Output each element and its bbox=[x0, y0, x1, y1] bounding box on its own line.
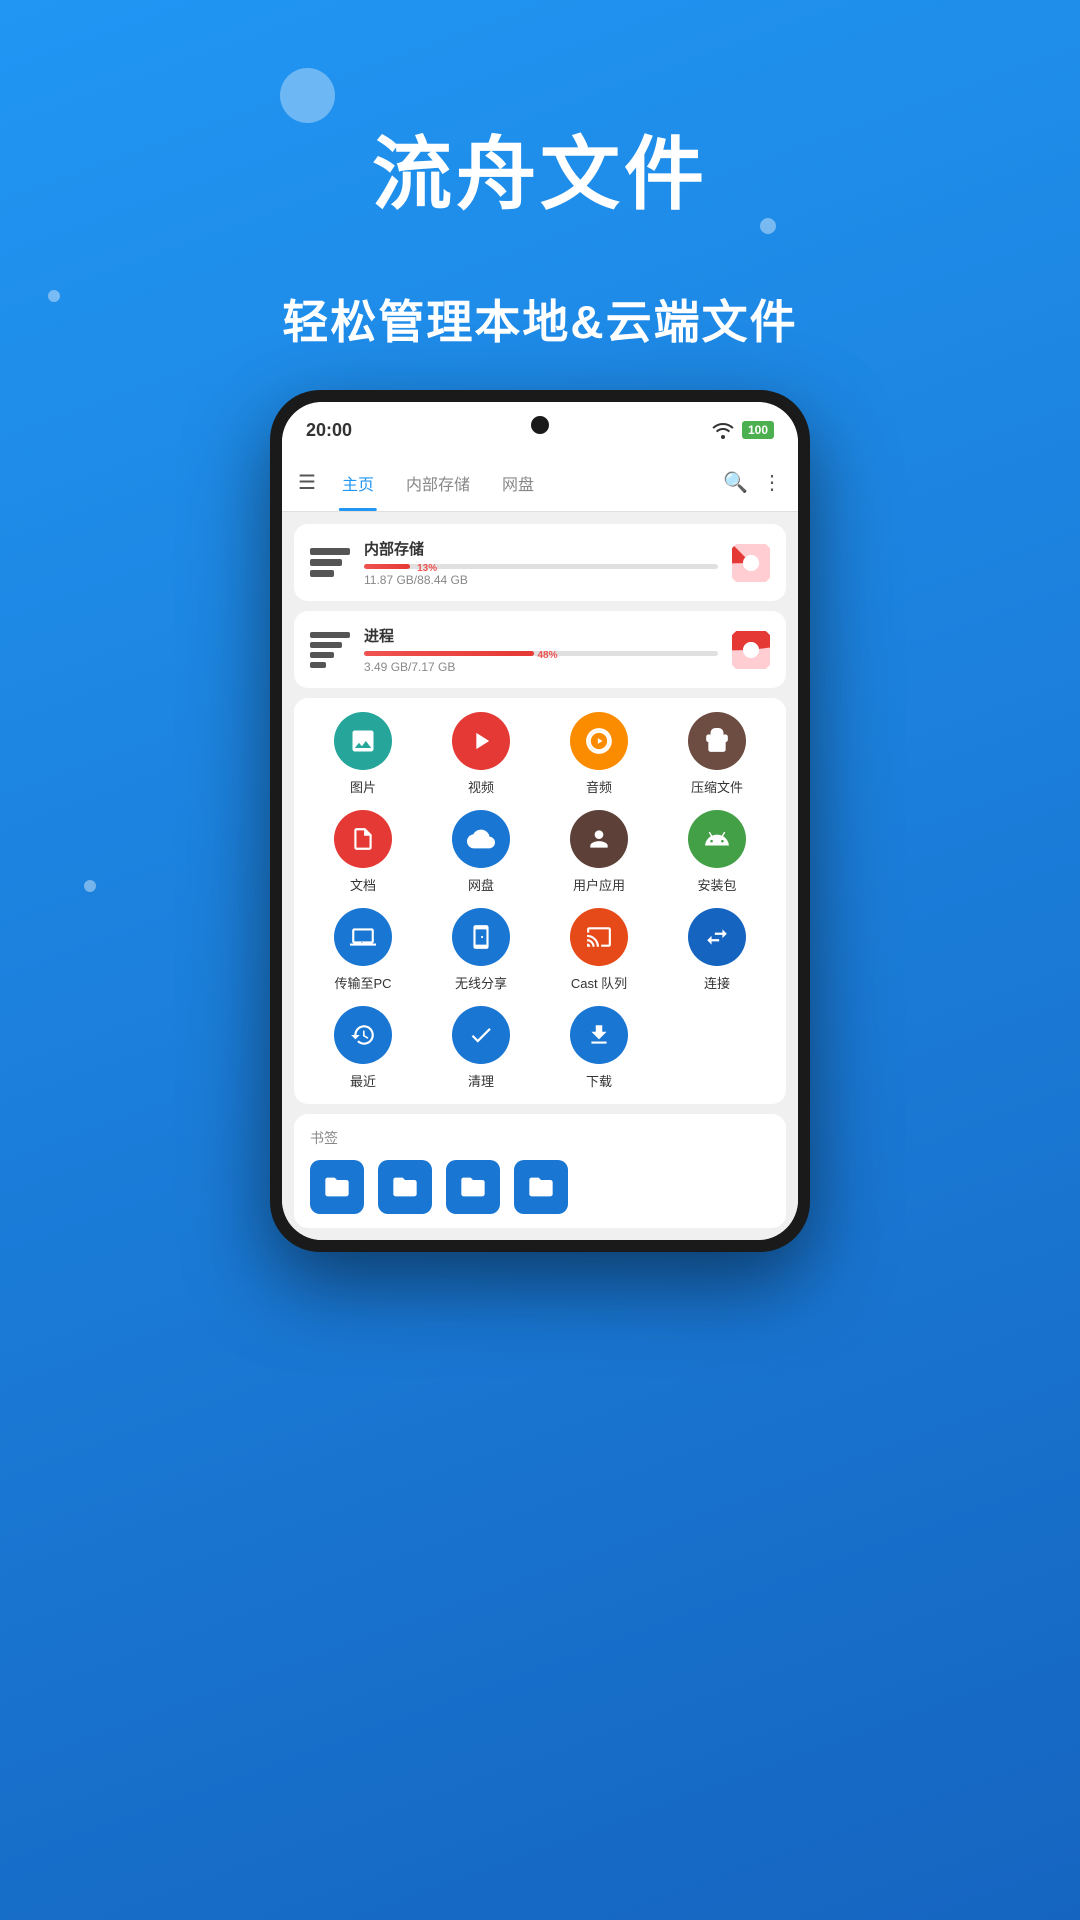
video-label: 视频 bbox=[468, 777, 494, 796]
category-video[interactable]: 视频 bbox=[422, 712, 540, 796]
bookmark-item-1[interactable] bbox=[310, 1160, 364, 1214]
storage-pie-chart bbox=[732, 544, 770, 582]
bookmarks-row bbox=[310, 1160, 770, 1214]
video-icon bbox=[452, 712, 510, 770]
user-apps-icon bbox=[570, 810, 628, 868]
archive-icon bbox=[688, 712, 746, 770]
menu-icon[interactable]: ☰ bbox=[298, 470, 316, 495]
bookmark-item-4[interactable] bbox=[514, 1160, 568, 1214]
audio-icon bbox=[570, 712, 628, 770]
more-options-icon[interactable]: ⋮ bbox=[762, 470, 782, 495]
storage-title: 内部存储 bbox=[364, 538, 718, 559]
category-download[interactable]: 下载 bbox=[540, 1006, 658, 1090]
cast-label: Cast 队列 bbox=[571, 973, 627, 992]
search-icon[interactable]: 🔍 bbox=[723, 470, 748, 495]
clean-label: 清理 bbox=[468, 1071, 494, 1090]
process-pie-chart bbox=[732, 631, 770, 669]
process-progress-label: 48% bbox=[537, 650, 557, 661]
category-grid: 图片 视频 音频 bbox=[294, 698, 786, 1104]
process-progress-fill bbox=[364, 651, 534, 656]
category-transfer-pc[interactable]: 传输至PC bbox=[304, 908, 422, 992]
wireless-share-icon bbox=[452, 908, 510, 966]
camera-hole bbox=[531, 416, 549, 434]
nav-actions: 🔍 ⋮ bbox=[723, 470, 782, 495]
bookmark-item-2[interactable] bbox=[378, 1160, 432, 1214]
status-icons: 100 bbox=[712, 421, 774, 439]
battery-icon: 100 bbox=[742, 421, 774, 439]
photos-icon bbox=[334, 712, 392, 770]
header-area: 流舟文件 轻松管理本地&云端文件 bbox=[0, 0, 1080, 352]
transfer-pc-label: 传输至PC bbox=[334, 973, 391, 992]
category-recent[interactable]: 最近 bbox=[304, 1006, 422, 1090]
category-clean[interactable]: 清理 bbox=[422, 1006, 540, 1090]
phone-mockup: 20:00 100 ☰ 主页 内部存储 网盘 bbox=[270, 390, 810, 1252]
process-progress: 48% bbox=[364, 651, 718, 656]
cast-icon bbox=[570, 908, 628, 966]
recent-label: 最近 bbox=[350, 1071, 376, 1090]
storage-progress: 13% bbox=[364, 564, 718, 569]
tab-internal-storage[interactable]: 内部存储 bbox=[390, 454, 486, 511]
connect-label: 连接 bbox=[704, 973, 730, 992]
category-wireless-share[interactable]: 无线分享 bbox=[422, 908, 540, 992]
photos-label: 图片 bbox=[350, 777, 376, 796]
category-audio[interactable]: 音频 bbox=[540, 712, 658, 796]
app-subtitle: 轻松管理本地&云端文件 bbox=[0, 286, 1080, 352]
category-connect[interactable]: 连接 bbox=[658, 908, 776, 992]
bookmark-item-3[interactable] bbox=[446, 1160, 500, 1214]
recent-icon bbox=[334, 1006, 392, 1064]
category-cloud[interactable]: 网盘 bbox=[422, 810, 540, 894]
category-user-apps[interactable]: 用户应用 bbox=[540, 810, 658, 894]
docs-label: 文档 bbox=[350, 875, 376, 894]
process-card[interactable]: 进程 48% 3.49 GB/7.17 GB bbox=[294, 611, 786, 688]
storage-progress-fill bbox=[364, 564, 410, 569]
storage-size: 11.87 GB/88.44 GB bbox=[364, 573, 718, 587]
process-icon bbox=[310, 632, 350, 668]
app-title: 流舟文件 bbox=[0, 110, 1080, 226]
download-icon bbox=[570, 1006, 628, 1064]
wireless-share-label: 无线分享 bbox=[455, 973, 507, 992]
process-info: 进程 48% 3.49 GB/7.17 GB bbox=[364, 625, 718, 674]
internal-storage-card[interactable]: 内部存储 13% 11.87 GB/88.44 GB bbox=[294, 524, 786, 601]
category-docs[interactable]: 文档 bbox=[304, 810, 422, 894]
decorative-dot-5 bbox=[84, 880, 96, 892]
tab-cloud[interactable]: 网盘 bbox=[486, 454, 550, 511]
phone-screen: 20:00 100 ☰ 主页 内部存储 网盘 bbox=[282, 402, 798, 1240]
status-bar: 20:00 100 bbox=[282, 402, 798, 454]
main-content: 内部存储 13% 11.87 GB/88.44 GB bbox=[282, 512, 798, 1240]
cloud-icon bbox=[452, 810, 510, 868]
wifi-icon bbox=[712, 421, 734, 439]
nav-tabs: 主页 内部存储 网盘 bbox=[326, 454, 723, 511]
user-apps-label: 用户应用 bbox=[573, 875, 625, 894]
process-title: 进程 bbox=[364, 625, 718, 646]
docs-icon bbox=[334, 810, 392, 868]
storage-progress-label: 13% bbox=[417, 563, 437, 574]
connect-icon bbox=[688, 908, 746, 966]
category-archive[interactable]: 压缩文件 bbox=[658, 712, 776, 796]
apk-label: 安装包 bbox=[697, 875, 736, 894]
navigation-bar: ☰ 主页 内部存储 网盘 🔍 ⋮ bbox=[282, 454, 798, 512]
transfer-pc-icon bbox=[334, 908, 392, 966]
download-label: 下载 bbox=[586, 1071, 612, 1090]
tab-home[interactable]: 主页 bbox=[326, 454, 390, 511]
storage-icon bbox=[310, 545, 350, 581]
category-apk[interactable]: 安装包 bbox=[658, 810, 776, 894]
clean-icon bbox=[452, 1006, 510, 1064]
cloud-label: 网盘 bbox=[468, 875, 494, 894]
process-size: 3.49 GB/7.17 GB bbox=[364, 660, 718, 674]
category-photos[interactable]: 图片 bbox=[304, 712, 422, 796]
storage-info: 内部存储 13% 11.87 GB/88.44 GB bbox=[364, 538, 718, 587]
bookmarks-section: 书签 bbox=[294, 1114, 786, 1228]
status-time: 20:00 bbox=[306, 420, 352, 441]
category-cast[interactable]: Cast 队列 bbox=[540, 908, 658, 992]
apk-icon bbox=[688, 810, 746, 868]
bookmarks-title: 书签 bbox=[310, 1128, 770, 1148]
audio-label: 音频 bbox=[586, 777, 612, 796]
archive-label: 压缩文件 bbox=[691, 777, 743, 796]
